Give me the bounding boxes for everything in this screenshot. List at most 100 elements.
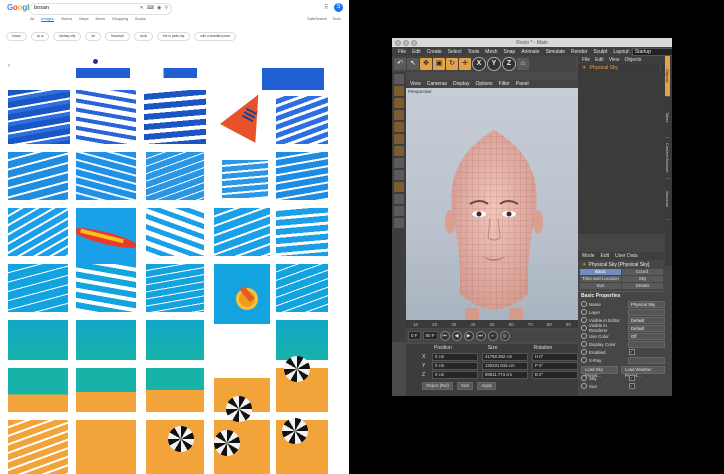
world-coords-icon[interactable]: ⌂ (517, 58, 529, 70)
apps-grid-icon[interactable]: ⠿ (324, 5, 330, 11)
record-icon[interactable]: ● (487, 330, 498, 341)
image-result[interactable] (76, 68, 130, 78)
model-mode-icon[interactable] (394, 98, 404, 108)
image-result[interactable] (222, 160, 268, 198)
suggestion-chip[interactable]: fantasy city (53, 32, 82, 41)
suggestion-chip[interactable]: bosan (6, 32, 27, 41)
side-tab[interactable]: Takes (665, 97, 670, 138)
menu-snap[interactable]: Snap (504, 49, 516, 55)
image-result[interactable] (76, 264, 136, 312)
tool-safesearch[interactable]: SafeSearch (307, 17, 327, 21)
size-field[interactable]: 41758.392 cm (482, 352, 528, 361)
object-row[interactable]: ☀ Physical Sky ⋮ (578, 64, 672, 72)
create-icon[interactable]: ✛ (459, 58, 471, 70)
image-result[interactable] (144, 90, 206, 144)
visibility-dots-icon[interactable]: ⋮ (658, 65, 663, 71)
rotation-field[interactable]: B 0° (532, 370, 578, 379)
attr-menu-item[interactable]: Mode (582, 253, 595, 259)
max-frame-field[interactable]: 90 F (422, 331, 438, 340)
position-field[interactable]: 0 cm (432, 361, 478, 370)
property-value[interactable] (627, 356, 665, 364)
position-field[interactable]: 0 cm (432, 370, 478, 379)
attr-tab[interactable]: Basic (580, 269, 621, 275)
property-value[interactable]: Off (627, 332, 665, 340)
z-axis-lock-icon[interactable]: Z (502, 57, 516, 71)
tab-all[interactable]: All (30, 17, 34, 22)
layout-select[interactable]: Startup (631, 47, 672, 56)
image-result[interactable] (8, 320, 68, 360)
image-result[interactable] (8, 420, 68, 474)
image-result[interactable] (76, 208, 136, 264)
objects-menu-edit[interactable]: Edit (595, 57, 604, 63)
viewport-menu-cameras[interactable]: Cameras (427, 81, 447, 87)
size-field[interactable]: 130331.015 cm (482, 361, 528, 370)
scale-icon[interactable]: ▣ (433, 58, 445, 70)
image-result[interactable] (76, 152, 136, 200)
edges-mode-icon[interactable] (394, 134, 404, 144)
animate-bullet-icon[interactable] (581, 333, 587, 339)
play-backward-icon[interactable]: ◀ (451, 330, 462, 341)
tab-images[interactable]: Images (41, 17, 54, 22)
x-axis-lock-icon[interactable]: X (472, 57, 486, 71)
title-bar[interactable]: Rocio * - Main (392, 38, 672, 47)
select-icon[interactable]: ↖ (407, 58, 419, 70)
toggle-checkbox[interactable]: ✓ (629, 383, 635, 389)
image-result[interactable] (146, 320, 204, 360)
menu-tools[interactable]: Tools (468, 49, 480, 55)
make-editable-icon[interactable] (394, 74, 404, 84)
image-result[interactable] (8, 368, 68, 412)
toggle-checkbox[interactable]: ✓ (629, 375, 635, 381)
property-value[interactable]: Default (627, 324, 665, 332)
position-field[interactable]: 0 cm (432, 352, 478, 361)
suggestion-chip[interactable]: with a beautiful place (194, 32, 237, 41)
undo-icon[interactable]: ↶ (394, 58, 406, 70)
image-result[interactable] (146, 368, 204, 412)
side-tab[interactable]: Objects (665, 56, 670, 97)
menu-edit[interactable]: Edit (412, 49, 421, 55)
image-result[interactable] (8, 208, 68, 256)
menu-animate[interactable]: Animate (521, 49, 539, 55)
image-result[interactable] (141, 68, 197, 78)
image-result[interactable] (276, 264, 328, 312)
search-input[interactable]: bosan ✕ ⌨ ◉ ⚲ (29, 3, 172, 15)
attr-menu-item[interactable]: User Data (615, 253, 638, 259)
current-frame-field[interactable]: 0 F (408, 331, 421, 340)
head-mesh-model[interactable] (442, 118, 546, 320)
image-result[interactable] (214, 92, 274, 152)
image-result[interactable] (146, 208, 204, 256)
tab-shopping[interactable]: Shopping (112, 17, 128, 22)
suggestion-chip[interactable]: flowchart (105, 32, 130, 41)
coord-mode-select[interactable]: Object (Rel) (422, 382, 453, 390)
property-value[interactable]: Default (627, 316, 665, 324)
play-icon[interactable]: ▶ (463, 330, 474, 341)
axis-tool-icon[interactable] (394, 158, 404, 168)
object-manager[interactable]: ☀ Physical Sky ⋮ (578, 64, 672, 234)
size-field[interactable]: 69511.774 cm (482, 370, 528, 379)
workplane-icon[interactable] (394, 194, 404, 204)
clear-icon[interactable]: ✕ (140, 5, 144, 11)
image-result[interactable] (276, 152, 328, 200)
image-result[interactable] (76, 368, 136, 412)
autokey-icon[interactable]: ◎ (499, 330, 510, 341)
tab-maps[interactable]: Maps (79, 17, 88, 22)
image-result[interactable] (214, 208, 270, 256)
attr-tab[interactable]: Details (622, 283, 663, 289)
menu-render[interactable]: Render (571, 49, 587, 55)
suggestion-chip[interactable]: art (85, 32, 102, 41)
y-axis-lock-icon[interactable]: Y (487, 57, 501, 71)
cube-tool-icon[interactable] (394, 86, 404, 96)
image-result[interactable] (8, 152, 68, 200)
image-result[interactable] (76, 420, 136, 474)
go-to-end-icon[interactable]: ⏭ (475, 330, 486, 341)
image-result[interactable] (276, 208, 328, 256)
attr-tab[interactable]: Coord. (622, 269, 663, 275)
tweak-icon[interactable] (394, 170, 404, 180)
tab-videos[interactable]: Videos (61, 17, 73, 22)
load-weather-preset-button[interactable]: Load Weather Preset... (620, 366, 665, 378)
avatar[interactable]: S (334, 3, 343, 12)
snap-icon[interactable] (394, 182, 404, 192)
timeline-ruler[interactable]: 10 20 30 40 50 60 70 80 90 (406, 320, 578, 328)
viewport[interactable]: Perspective (406, 88, 578, 320)
menu-create[interactable]: Create (427, 49, 442, 55)
attr-tab[interactable]: Time and Location (580, 276, 621, 282)
